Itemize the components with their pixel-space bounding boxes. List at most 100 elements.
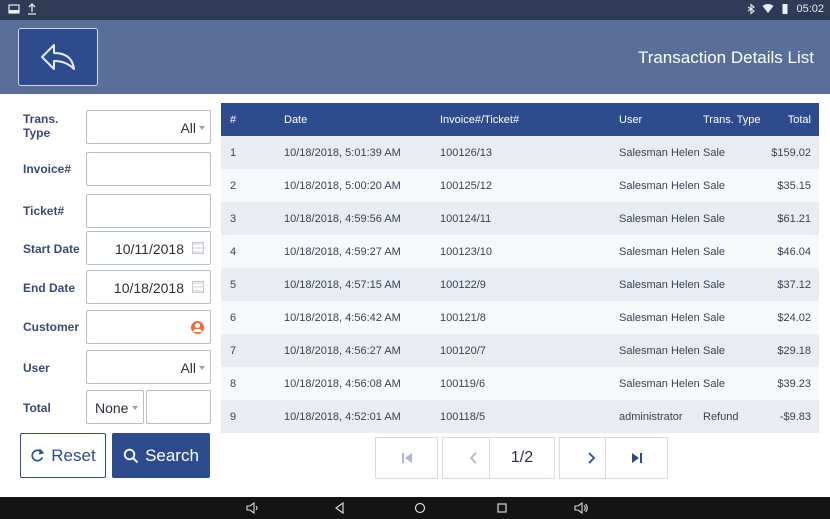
search-button[interactable]: Search [112,433,210,478]
row-total: $61.21 [777,213,811,225]
table-row[interactable]: 3 10/18/2018, 4:59:56 AM 100124/11 Sales… [221,202,819,235]
customer-label: Customer [23,320,80,334]
back-button[interactable] [18,28,98,86]
column-header-total: Total [787,114,811,126]
back-nav-icon[interactable] [333,502,347,514]
volume-down-icon[interactable] [246,502,260,514]
search-icon [123,448,139,463]
row-date: 10/18/2018, 5:00:20 AM [284,180,401,192]
transactions-table: # Date Invoice#/Ticket# User Trans. Type… [221,103,819,433]
table-row[interactable]: 9 10/18/2018, 4:52:01 AM 100118/5 admini… [221,400,819,433]
battery-icon [782,4,788,14]
row-date: 10/18/2018, 4:57:15 AM [284,279,401,291]
table-row[interactable]: 2 10/18/2018, 5:00:20 AM 100125/12 Sales… [221,169,819,202]
row-number: 6 [230,312,237,324]
row-date: 10/18/2018, 5:01:39 AM [284,147,401,159]
end-date-field[interactable]: 10/18/2018 [86,270,211,304]
row-user: Salesman Helen [619,279,700,291]
last-page-button[interactable] [605,437,668,479]
trans-type-select[interactable]: All [86,110,211,144]
table-row[interactable]: 1 10/18/2018, 5:01:39 AM 100126/13 Sales… [221,136,819,169]
table-body: 1 10/18/2018, 5:01:39 AM 100126/13 Sales… [221,136,819,433]
total-operator-value: None [95,400,129,416]
next-page-icon [587,452,595,464]
user-select[interactable]: All [86,350,211,384]
total-label: Total [23,401,51,415]
chevron-down-icon [199,366,205,370]
row-trans-type: Sale [703,345,726,357]
row-invoice-ticket: 100123/10 [440,246,492,258]
status-time: 05:02 [796,3,824,15]
row-number: 7 [230,345,237,357]
row-total: $29.18 [777,345,811,357]
volume-up-icon[interactable] [574,502,588,514]
reset-button[interactable]: Reset [20,433,106,478]
column-header-number: # [230,114,237,126]
row-date: 10/18/2018, 4:52:01 AM [284,411,401,423]
row-date: 10/18/2018, 4:59:27 AM [284,246,401,258]
table-row[interactable]: 5 10/18/2018, 4:57:15 AM 100122/9 Salesm… [221,268,819,301]
ticket-field[interactable] [86,194,211,228]
recents-nav-icon[interactable] [495,502,509,514]
invoice-label: Invoice# [23,162,72,176]
start-date-label: Start Date [23,242,80,256]
table-row[interactable]: 7 10/18/2018, 4:56:27 AM 100120/7 Salesm… [221,334,819,367]
total-amount-field[interactable] [146,390,211,424]
chevron-down-icon [199,126,205,130]
row-total: $35.15 [777,180,811,192]
table-row[interactable]: 8 10/18/2018, 4:56:08 AM 100119/6 Salesm… [221,367,819,400]
row-date: 10/18/2018, 4:56:27 AM [284,345,401,357]
row-user: Salesman Helen [619,180,700,192]
table-row[interactable]: 4 10/18/2018, 4:59:27 AM 100123/10 Sales… [221,235,819,268]
page-title: Transaction Details List [637,48,814,67]
reset-icon [31,448,45,462]
row-user: Salesman Helen [619,213,700,225]
row-total: $37.12 [777,279,811,291]
row-invoice-ticket: 100120/7 [440,345,486,357]
row-user: Salesman Helen [619,378,700,390]
last-page-icon [631,453,642,463]
trans-type-value: All [180,120,196,136]
column-header-date: Date [284,114,308,126]
row-trans-type: Sale [703,312,726,324]
start-date-field[interactable]: 10/11/2018 [86,231,211,265]
row-total: $39.23 [777,378,811,390]
row-trans-type: Sale [703,180,726,192]
row-date: 10/18/2018, 4:56:42 AM [284,312,401,324]
row-number: 5 [230,279,237,291]
row-number: 1 [230,147,237,159]
row-invoice-ticket: 100118/5 [440,411,486,423]
customer-icon[interactable] [191,321,204,334]
row-invoice-ticket: 100121/8 [440,312,486,324]
table-row[interactable]: 6 10/18/2018, 4:56:42 AM 100121/8 Salesm… [221,301,819,334]
user-label: User [23,361,50,375]
row-trans-type: Sale [703,147,726,159]
prev-page-icon [469,452,477,464]
row-invoice-ticket: 100119/6 [440,378,486,390]
row-number: 4 [230,246,237,258]
row-invoice-ticket: 100124/11 [440,213,492,225]
first-page-button[interactable] [375,437,438,479]
screenshot-icon [8,4,20,14]
column-header-trans-type: Trans. Type [703,114,761,126]
app-header: Transaction Details List [0,20,830,94]
column-header-invoice-ticket: Invoice#/Ticket# [440,114,520,126]
customer-field[interactable] [86,310,211,344]
row-trans-type: Sale [703,246,726,258]
pagination: 1/2 [221,434,819,482]
calendar-icon [192,242,204,254]
row-trans-type: Refund [703,411,739,423]
end-date-value: 10/18/2018 [113,280,184,296]
row-number: 8 [230,378,237,390]
total-operator-select[interactable]: None [86,390,144,424]
row-invoice-ticket: 100122/9 [440,279,486,291]
start-date-value: 10/11/2018 [114,241,184,257]
home-nav-icon[interactable] [413,502,427,514]
ticket-label: Ticket# [23,204,65,218]
invoice-field[interactable] [86,152,211,186]
reset-label: Reset [51,445,96,465]
row-user: Salesman Helen [619,312,700,324]
row-number: 2 [230,180,237,192]
row-total: -$9.83 [779,411,811,423]
row-user: Salesman Helen [619,246,700,258]
